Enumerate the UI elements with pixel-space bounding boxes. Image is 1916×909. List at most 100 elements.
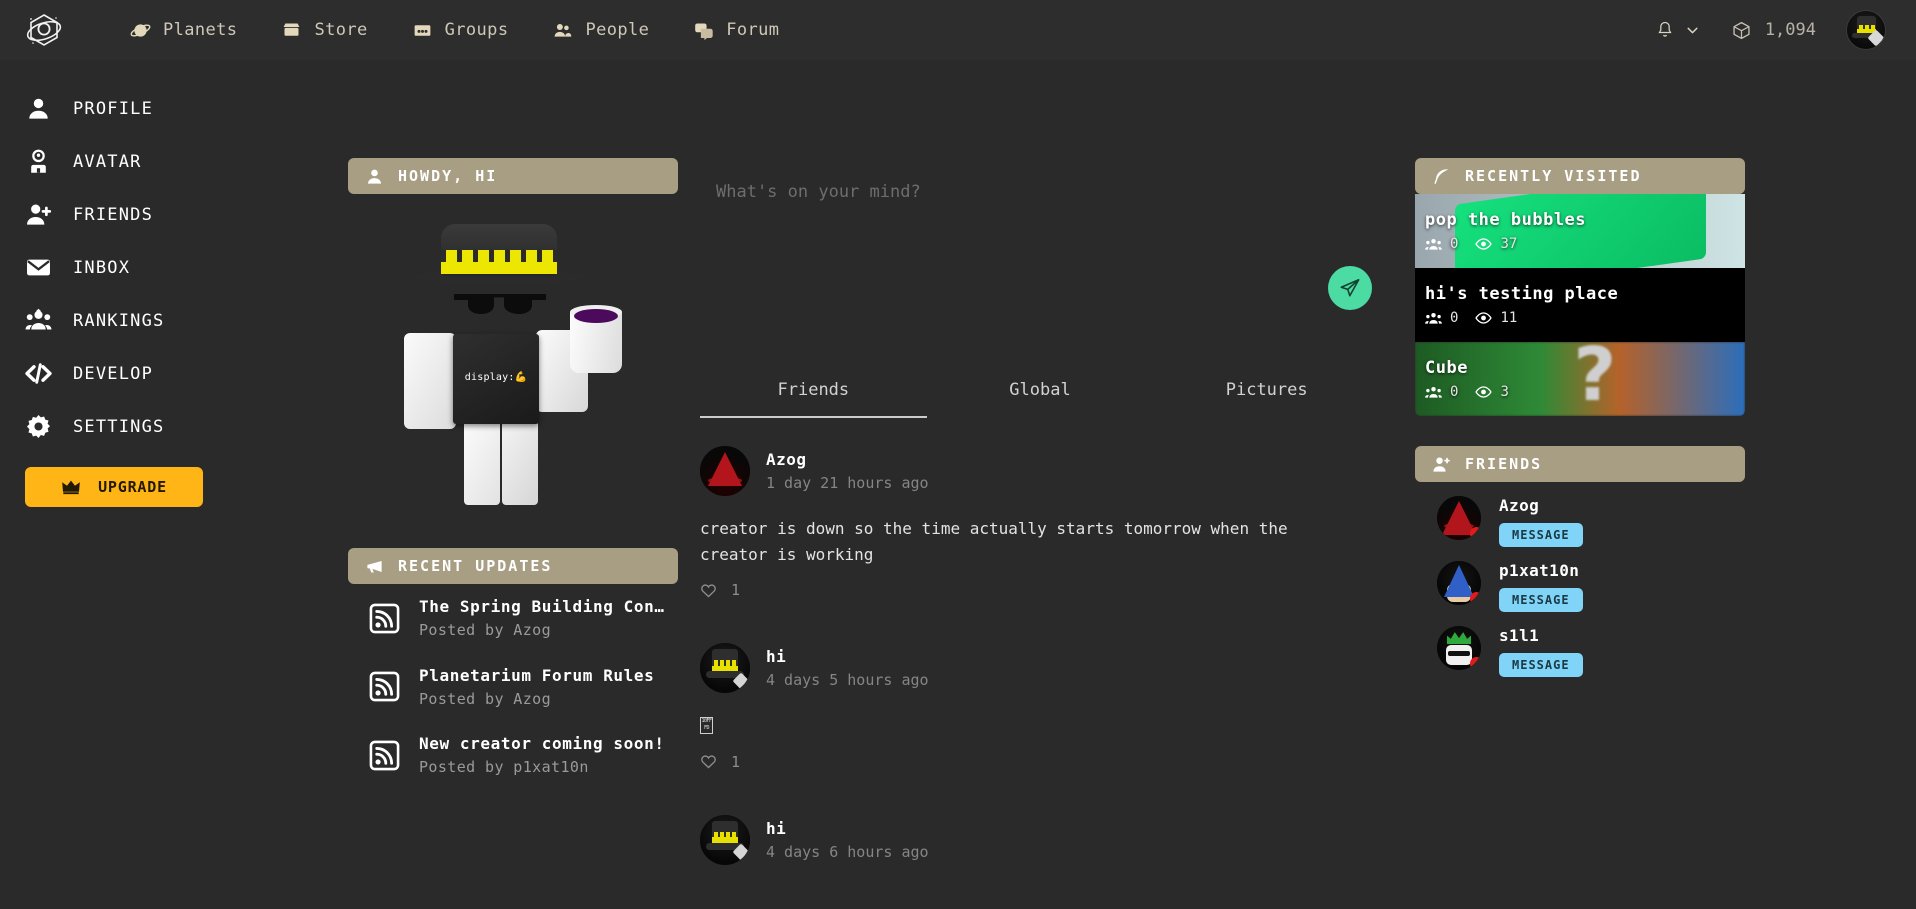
tab-global[interactable]: Global [927,368,1154,418]
gear-icon [27,415,50,438]
heart-icon[interactable] [700,582,717,599]
sidebar-item-avatar[interactable]: AVATAR [18,135,348,188]
sidebar-item-profile-label: PROFILE [73,98,154,119]
friend-status-indicator [1470,592,1481,605]
update-item[interactable]: Planetarium Forum Rules Posted by Azog [348,653,678,722]
sidebar-item-profile[interactable]: PROFILE [18,82,348,135]
rss-icon [369,740,400,771]
feed-post-author[interactable]: hi [766,647,929,666]
update-item-author: Posted by Azog [419,689,552,708]
top-navigation-bar: Planets Store Groups People Forum 1,094 [0,0,1916,60]
sidebar-item-avatar-label: AVATAR [73,151,142,172]
friend-avatar[interactable] [1437,626,1481,670]
user-avatar[interactable] [1846,10,1886,50]
heart-icon[interactable] [700,753,717,770]
visited-place-title: Cube [1425,358,1468,378]
avatar-shirt-label: display: [464,372,515,383]
friend-message-button[interactable]: MESSAGE [1499,523,1583,547]
friend-name[interactable]: s1l1 [1499,626,1583,645]
friend-status-indicator [1470,657,1481,670]
update-item-title: The Spring Building Con… [419,597,665,616]
friend-info: Azog MESSAGE [1499,496,1583,547]
feed-post-header: hi 4 days 5 hours ago [700,643,1380,694]
visited-place-visits: 11 [1475,310,1517,326]
feed-post-avatar[interactable] [700,814,750,865]
friend-name[interactable]: Azog [1499,496,1583,515]
visited-place-title: pop the bubbles [1425,210,1587,230]
visited-place-visit-count: 37 [1500,236,1518,252]
friend-message-button[interactable]: MESSAGE [1499,653,1583,677]
feed-post-avatar[interactable] [700,446,750,496]
avatar-icon [31,149,46,173]
groups-icon [414,24,431,36]
tab-pictures[interactable]: Pictures [1153,368,1380,418]
avatar-preview[interactable]: display:💪 [348,204,678,505]
sidebar-item-inbox[interactable]: INBOX [18,241,348,294]
players-icon [1425,386,1442,398]
feed-post-author[interactable]: hi [766,819,929,838]
sidebar-item-rankings-label: RANKINGS [73,310,165,331]
visited-place-item[interactable]: hi's testing place 0 11 [1415,268,1745,342]
sidebar-item-develop[interactable]: DEVELOP [18,347,348,400]
update-item[interactable]: New creator coming soon! Posted by p1xat… [348,721,678,790]
nav-right-controls: 1,094 [1655,10,1894,50]
feed-post-body: 10FF FD [700,713,1300,739]
paper-plane-icon [1340,278,1360,297]
visited-place-item[interactable]: Cube 0 [1415,342,1745,416]
update-item-text: The Spring Building Con… Posted by Azog [419,595,665,642]
nav-link-groups-label: Groups [444,20,509,40]
visited-place-player-count: 0 [1450,236,1459,252]
sidebar-item-friends[interactable]: FRIENDS [18,188,348,241]
left-sidebar: PROFILE AVATAR FRIENDS INBOX RANKINGS DE… [0,60,348,906]
upgrade-button[interactable]: UPGRADE [25,467,203,507]
feed-post: hi 4 days 5 hours ago 10FF FD 1 [700,643,1380,771]
recent-updates-panel: RECENT UPDATES The Spring Building Con… … [348,548,678,790]
nav-link-forum[interactable]: Forum [671,14,801,47]
avatar-hat-teeth [441,250,557,262]
profile-card-header: HOWDY, HI [348,158,678,194]
nav-link-groups[interactable]: Groups [390,14,531,47]
friend-name[interactable]: p1xat10n [1499,561,1583,580]
nav-link-store[interactable]: Store [259,14,389,47]
feed-post-like-count: 1 [731,581,741,600]
upgrade-button-label: UPGRADE [98,478,167,496]
nav-link-people[interactable]: People [530,14,671,47]
update-item[interactable]: The Spring Building Con… Posted by Azog [348,584,678,653]
visited-place-players: 0 [1425,384,1458,400]
friend-avatar[interactable] [1437,496,1481,540]
visited-place-item[interactable]: pop the bubbles 0 37 [1415,194,1745,268]
feed-post-header: hi 4 days 6 hours ago [700,814,1380,865]
planetarium-logo[interactable] [22,8,66,52]
visited-place-player-count: 0 [1450,310,1459,326]
avatar-shirt-text: display:💪 [458,372,534,383]
feed-post-meta: hi 4 days 6 hours ago [766,819,929,861]
currency-balance[interactable]: 1,094 [1731,20,1816,41]
envelope-icon [27,259,50,276]
feed-post-timestamp: 4 days 5 hours ago [766,671,929,690]
crown-icon [62,480,80,495]
cube-icon [1733,21,1750,39]
friend-avatar[interactable] [1437,561,1481,605]
update-item-title: Planetarium Forum Rules [419,665,655,685]
person-icon [368,169,381,184]
update-item-text: Planetarium Forum Rules Posted by Azog [419,664,654,711]
feed-post-avatar[interactable] [700,643,750,694]
sidebar-item-rankings[interactable]: RANKINGS [18,294,348,347]
recently-visited-list: pop the bubbles 0 37 hi's testing place … [1415,194,1745,416]
update-item-text: New creator coming soon! Posted by p1xat… [419,732,665,779]
nav-link-planets[interactable]: Planets [108,14,259,47]
notifications-button[interactable] [1655,20,1701,40]
send-post-button[interactable] [1328,266,1372,310]
currency-amount: 1,094 [1764,20,1816,40]
feed-post-list: Azog 1 day 21 hours ago creator is down … [700,446,1380,865]
friend-message-button[interactable]: MESSAGE [1499,588,1583,612]
avatar-sunglasses [454,294,546,314]
visited-place-players: 0 [1425,236,1458,252]
forum-icon [695,23,713,40]
sidebar-item-settings[interactable]: SETTINGS [18,400,348,453]
eye-icon [1475,312,1493,324]
visited-place-visits: 3 [1475,384,1509,400]
feed-post-author[interactable]: Azog [766,450,929,469]
post-composer-input[interactable] [700,150,1380,340]
tab-friends[interactable]: Friends [700,368,927,418]
